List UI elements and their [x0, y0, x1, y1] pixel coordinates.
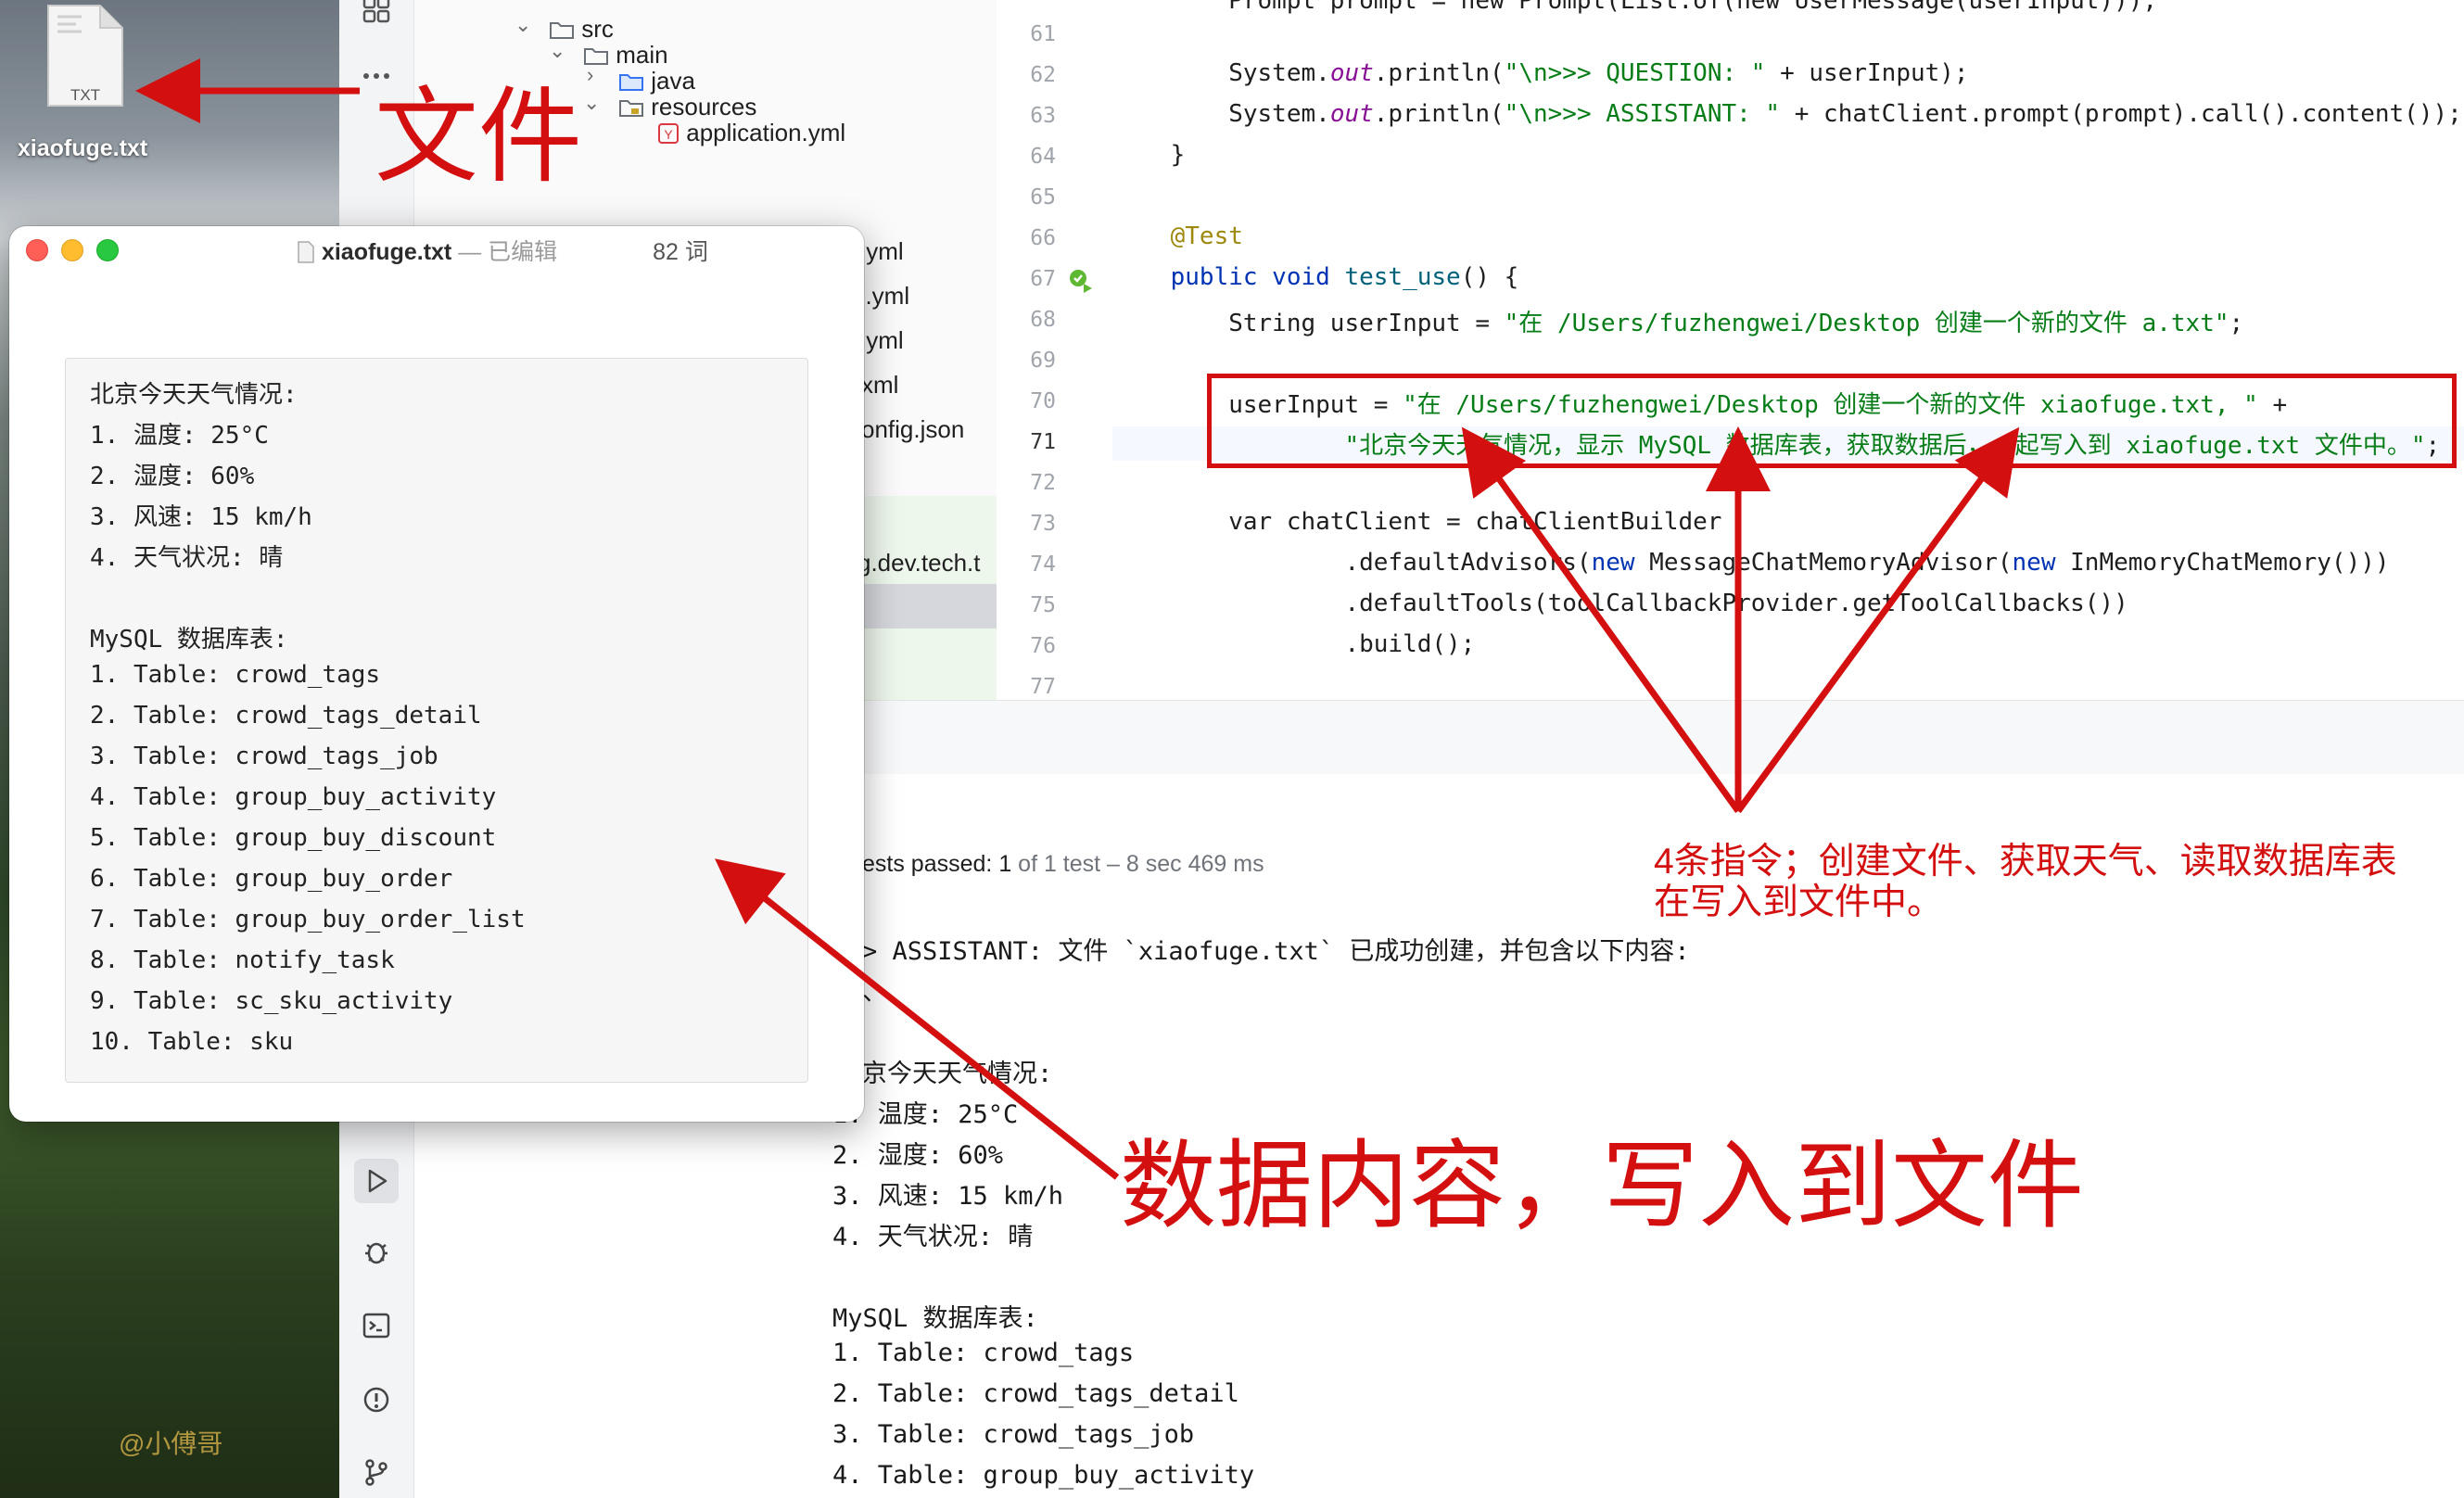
instruction-arrow-1 [1461, 426, 1741, 814]
file-annotation: 文件 [375, 79, 582, 195]
annotation-arrows [135, 58, 2020, 1180]
instruction-arrow-3 [1735, 426, 2020, 814]
data-annotation: 数据内容，写入到文件 [1120, 1133, 2085, 1240]
instructions-annotation-line2: 在写入到文件中。 [1654, 882, 1944, 922]
instructions-annotation-line1: 4条指令；创建文件、获取天气、读取数据库表 [1654, 842, 2397, 882]
data-arrow [715, 858, 1120, 1180]
